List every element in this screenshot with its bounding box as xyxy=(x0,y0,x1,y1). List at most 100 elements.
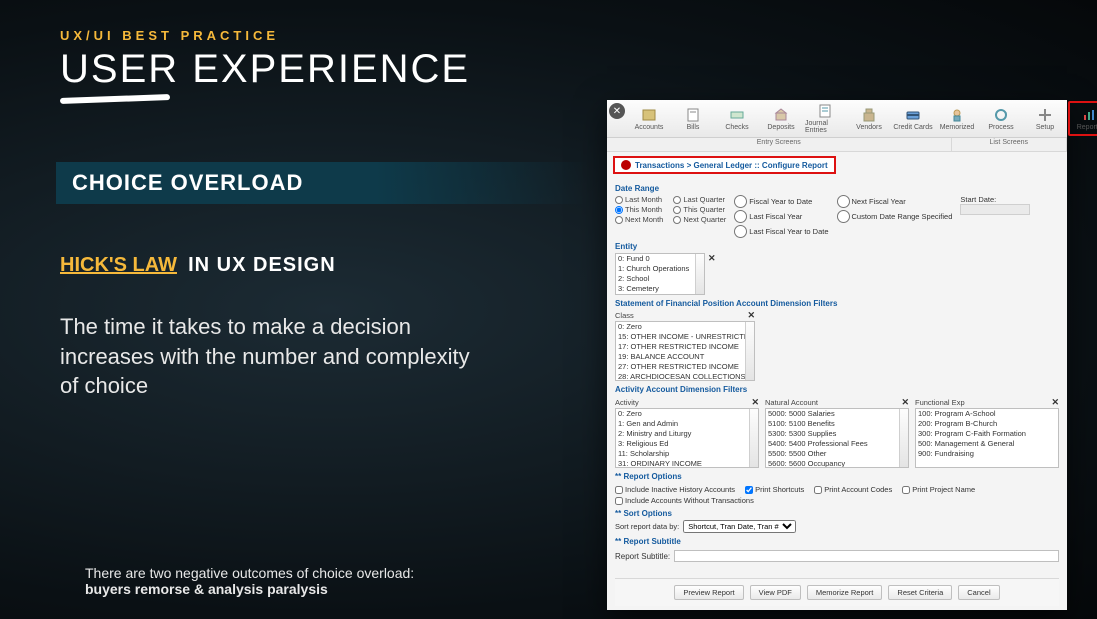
list-item[interactable]: 0: Fund 0 xyxy=(616,254,704,264)
group-entry: Entry Screens xyxy=(607,138,952,151)
radio-this-quarter[interactable]: This Quarter xyxy=(673,205,726,214)
radio-last-fy[interactable]: Last Fiscal Year xyxy=(734,210,828,223)
toolbar-checks[interactable]: Checks xyxy=(716,101,758,136)
class-listbox[interactable]: 0: Zero 15: OTHER INCOME - UNRESTRICTED … xyxy=(615,321,755,381)
clear-class-icon[interactable]: ✕ xyxy=(747,310,755,321)
opt-inactive[interactable]: Include Inactive History Accounts xyxy=(615,485,735,494)
radio-last-quarter[interactable]: Last Quarter xyxy=(673,195,726,204)
list-item[interactable]: 11: Scholarship xyxy=(616,449,758,459)
list-item[interactable]: 17: OTHER RESTRICTED INCOME xyxy=(616,342,754,352)
list-item[interactable]: 200: Program B-Church xyxy=(916,419,1058,429)
list-item[interactable]: 100: Program A-School xyxy=(916,409,1058,419)
section-activity: Activity Account Dimension Filters xyxy=(615,385,1059,394)
app-toolbar: ✕ Accounts Bills Checks Deposits Journal… xyxy=(607,100,1067,138)
toolbar-label: Memorized xyxy=(940,124,975,131)
toolbar-process[interactable]: Process xyxy=(980,101,1022,136)
sort-select[interactable]: Shortcut, Tran Date, Tran # xyxy=(683,520,796,533)
date-range-radios-3: Next Fiscal Year Custom Date Range Speci… xyxy=(837,195,953,223)
toolbar-label: Journal Entries xyxy=(805,120,845,134)
functional-exp-label: Functional Exp xyxy=(915,398,965,407)
list-item[interactable]: 1: Church Operations xyxy=(616,264,704,274)
start-date-input[interactable] xyxy=(960,204,1030,215)
cancel-button[interactable]: Cancel xyxy=(958,585,999,600)
toolbar-creditcards[interactable]: Credit Cards xyxy=(892,101,934,136)
section-band: CHOICE OVERLOAD xyxy=(56,162,587,204)
opt-account-codes[interactable]: Print Account Codes xyxy=(814,485,892,494)
config-panel: Date Range Last Month Last Quarter This … xyxy=(607,178,1067,610)
list-item[interactable]: 5300: 5300 Supplies xyxy=(766,429,908,439)
app-screenshot: ✕ Accounts Bills Checks Deposits Journal… xyxy=(607,100,1067,610)
subtitle-input[interactable] xyxy=(674,550,1059,562)
toolbar-setup[interactable]: Setup xyxy=(1024,101,1066,136)
toolbar-bills[interactable]: Bills xyxy=(672,101,714,136)
list-item[interactable]: 3: Cemetery xyxy=(616,284,704,294)
list-item[interactable]: 5400: 5400 Professional Fees xyxy=(766,439,908,449)
hicks-law-link[interactable]: HICK'S LAW xyxy=(60,254,177,276)
opt-shortcuts[interactable]: Print Shortcuts xyxy=(745,485,804,494)
toolbar-memorized[interactable]: Memorized xyxy=(936,101,978,136)
radio-last-fy-to-date[interactable]: Last Fiscal Year to Date xyxy=(734,225,828,238)
clear-functional-icon[interactable]: ✕ xyxy=(1051,397,1059,408)
opt-without-trans[interactable]: Include Accounts Without Transactions xyxy=(615,496,754,505)
entity-listbox[interactable]: 0: Fund 0 1: Church Operations 2: School… xyxy=(615,253,705,295)
list-item[interactable]: 2: Ministry and Liturgy xyxy=(616,429,758,439)
clear-activity-icon[interactable]: ✕ xyxy=(751,397,759,408)
clear-entity-icon[interactable]: ✕ xyxy=(708,253,716,264)
memorize-button[interactable]: Memorize Report xyxy=(807,585,883,600)
radio-last-month[interactable]: Last Month xyxy=(615,195,663,204)
reset-button[interactable]: Reset Criteria xyxy=(888,585,952,600)
date-range-radios-2: Fiscal Year to Date Last Fiscal Year Las… xyxy=(734,195,828,238)
preview-button[interactable]: Preview Report xyxy=(674,585,743,600)
view-pdf-button[interactable]: View PDF xyxy=(750,585,801,600)
list-item[interactable]: 15: OTHER INCOME - UNRESTRICTED xyxy=(616,332,754,342)
subtitle-label: Report Subtitle: xyxy=(615,552,670,561)
close-icon[interactable]: ✕ xyxy=(609,103,625,119)
list-item[interactable]: 0: Zero xyxy=(616,322,754,332)
list-item[interactable]: 19: BALANCE ACCOUNT xyxy=(616,352,754,362)
hicks-law-heading: HICK'S LAW IN UX DESIGN xyxy=(60,254,587,277)
radio-custom-range[interactable]: Custom Date Range Specified xyxy=(837,210,953,223)
clear-natural-icon[interactable]: ✕ xyxy=(901,397,909,408)
slide-body: The time it takes to make a decision inc… xyxy=(60,312,480,401)
section-entity: Entity xyxy=(615,242,1059,251)
list-item[interactable]: 2: School xyxy=(616,274,704,284)
radio-next-fy[interactable]: Next Fiscal Year xyxy=(837,195,953,208)
natural-account-listbox[interactable]: 5000: 5000 Salaries 5100: 5100 Benefits … xyxy=(765,408,909,468)
list-item[interactable]: 5600: 5600 Occupancy xyxy=(766,459,908,468)
section-report-options: ** Report Options xyxy=(615,472,1059,481)
toolbar-deposits[interactable]: Deposits xyxy=(760,101,802,136)
toolbar-label: Reports xyxy=(1077,124,1097,131)
section-sort: ** Sort Options xyxy=(615,509,1059,518)
list-item[interactable]: 31: ORDINARY INCOME xyxy=(616,459,758,468)
list-item[interactable]: 5000: 5000 Salaries xyxy=(766,409,908,419)
functional-exp-listbox[interactable]: 100: Program A-School 200: Program B-Chu… xyxy=(915,408,1059,468)
slide-left-column: UX/UI BEST PRACTICE USER EXPERIENCE CHOI… xyxy=(60,28,587,599)
toolbar-journal[interactable]: Journal Entries xyxy=(804,101,846,136)
section-date-range: Date Range xyxy=(615,184,1059,193)
list-item[interactable]: 0: Zero xyxy=(616,409,758,419)
list-item[interactable]: 27: OTHER RESTRICTED INCOME xyxy=(616,362,754,372)
slide-eyebrow: UX/UI BEST PRACTICE xyxy=(60,28,587,43)
radio-next-month[interactable]: Next Month xyxy=(615,215,663,224)
list-item[interactable]: 3: Religious Ed xyxy=(616,439,758,449)
hicks-law-rest: IN UX DESIGN xyxy=(188,254,336,276)
list-item[interactable]: 5100: 5100 Benefits xyxy=(766,419,908,429)
toolbar-vendors[interactable]: Vendors xyxy=(848,101,890,136)
list-item[interactable]: 5500: 5500 Other xyxy=(766,449,908,459)
list-item[interactable]: 500: Management & General xyxy=(916,439,1058,449)
radio-fy-to-date[interactable]: Fiscal Year to Date xyxy=(734,195,828,208)
toolbar-accounts[interactable]: Accounts xyxy=(628,101,670,136)
radio-this-month[interactable]: This Month xyxy=(615,205,663,214)
opt-project-name[interactable]: Print Project Name xyxy=(902,485,975,494)
toolbar-reports[interactable]: Reports xyxy=(1068,101,1097,136)
slide-footnote: There are two negative outcomes of choic… xyxy=(85,565,414,597)
toolbar-label: Process xyxy=(988,124,1013,131)
toolbar-label: Setup xyxy=(1036,124,1054,131)
list-item[interactable]: 900: Fundraising xyxy=(916,449,1058,459)
radio-next-quarter[interactable]: Next Quarter xyxy=(673,215,726,224)
list-item[interactable]: 300: Program C-Faith Formation xyxy=(916,429,1058,439)
activity-listbox[interactable]: 0: Zero 1: Gen and Admin 2: Ministry and… xyxy=(615,408,759,468)
slide-title: USER EXPERIENCE xyxy=(60,47,587,92)
list-item[interactable]: 28: ARCHDIOCESAN COLLECTIONS xyxy=(616,372,754,381)
list-item[interactable]: 1: Gen and Admin xyxy=(616,419,758,429)
